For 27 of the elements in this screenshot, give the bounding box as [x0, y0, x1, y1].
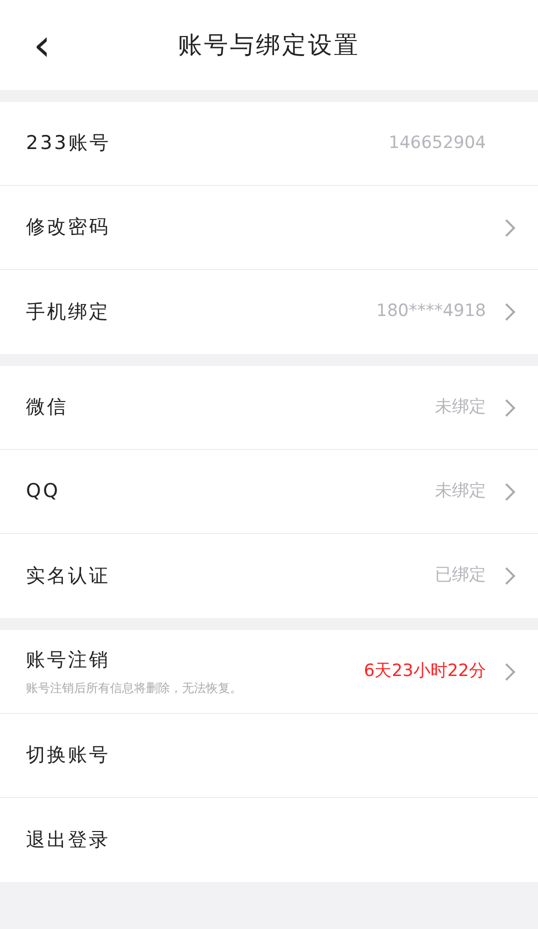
row-label: 退出登录: [26, 828, 111, 853]
row-value: 未绑定: [435, 480, 486, 503]
settings-row[interactable]: 233账号 146652904: [0, 102, 538, 186]
row-label: 修改密码: [26, 215, 111, 240]
row-value: 146652904: [388, 132, 486, 155]
settings-row[interactable]: QQ 未绑定: [0, 450, 538, 534]
settings-row[interactable]: 实名认证 已绑定: [0, 534, 538, 618]
settings-row[interactable]: 手机绑定 180****4918: [0, 270, 538, 354]
row-label: 233账号: [26, 131, 112, 156]
row-value: 未绑定: [435, 396, 486, 419]
settings-row[interactable]: 修改密码: [0, 186, 538, 270]
settings-row[interactable]: 账号注销 账号注销后所有信息将删除，无法恢复。 6天23小时22分: [0, 630, 538, 714]
page-title: 账号与绑定设置: [178, 30, 360, 61]
settings-row[interactable]: 切换账号: [0, 714, 538, 798]
settings-row[interactable]: 微信 未绑定: [0, 366, 538, 450]
row-label: 切换账号: [26, 743, 111, 768]
back-button[interactable]: ‹: [28, 26, 56, 66]
row-label: 手机绑定: [26, 300, 111, 325]
row-label: QQ: [26, 479, 61, 504]
row-value: 已绑定: [435, 564, 486, 588]
row-value: 6天23小时22分: [364, 660, 486, 683]
row-label: 账号注销: [26, 648, 111, 674]
row-value: 180****4918: [376, 300, 486, 324]
row-subtitle: 账号注销后所有信息将删除，无法恢复。: [26, 680, 243, 697]
row-label: 微信: [26, 395, 69, 420]
settings-row[interactable]: 退出登录: [0, 798, 538, 882]
row-label: 实名认证: [26, 564, 111, 589]
